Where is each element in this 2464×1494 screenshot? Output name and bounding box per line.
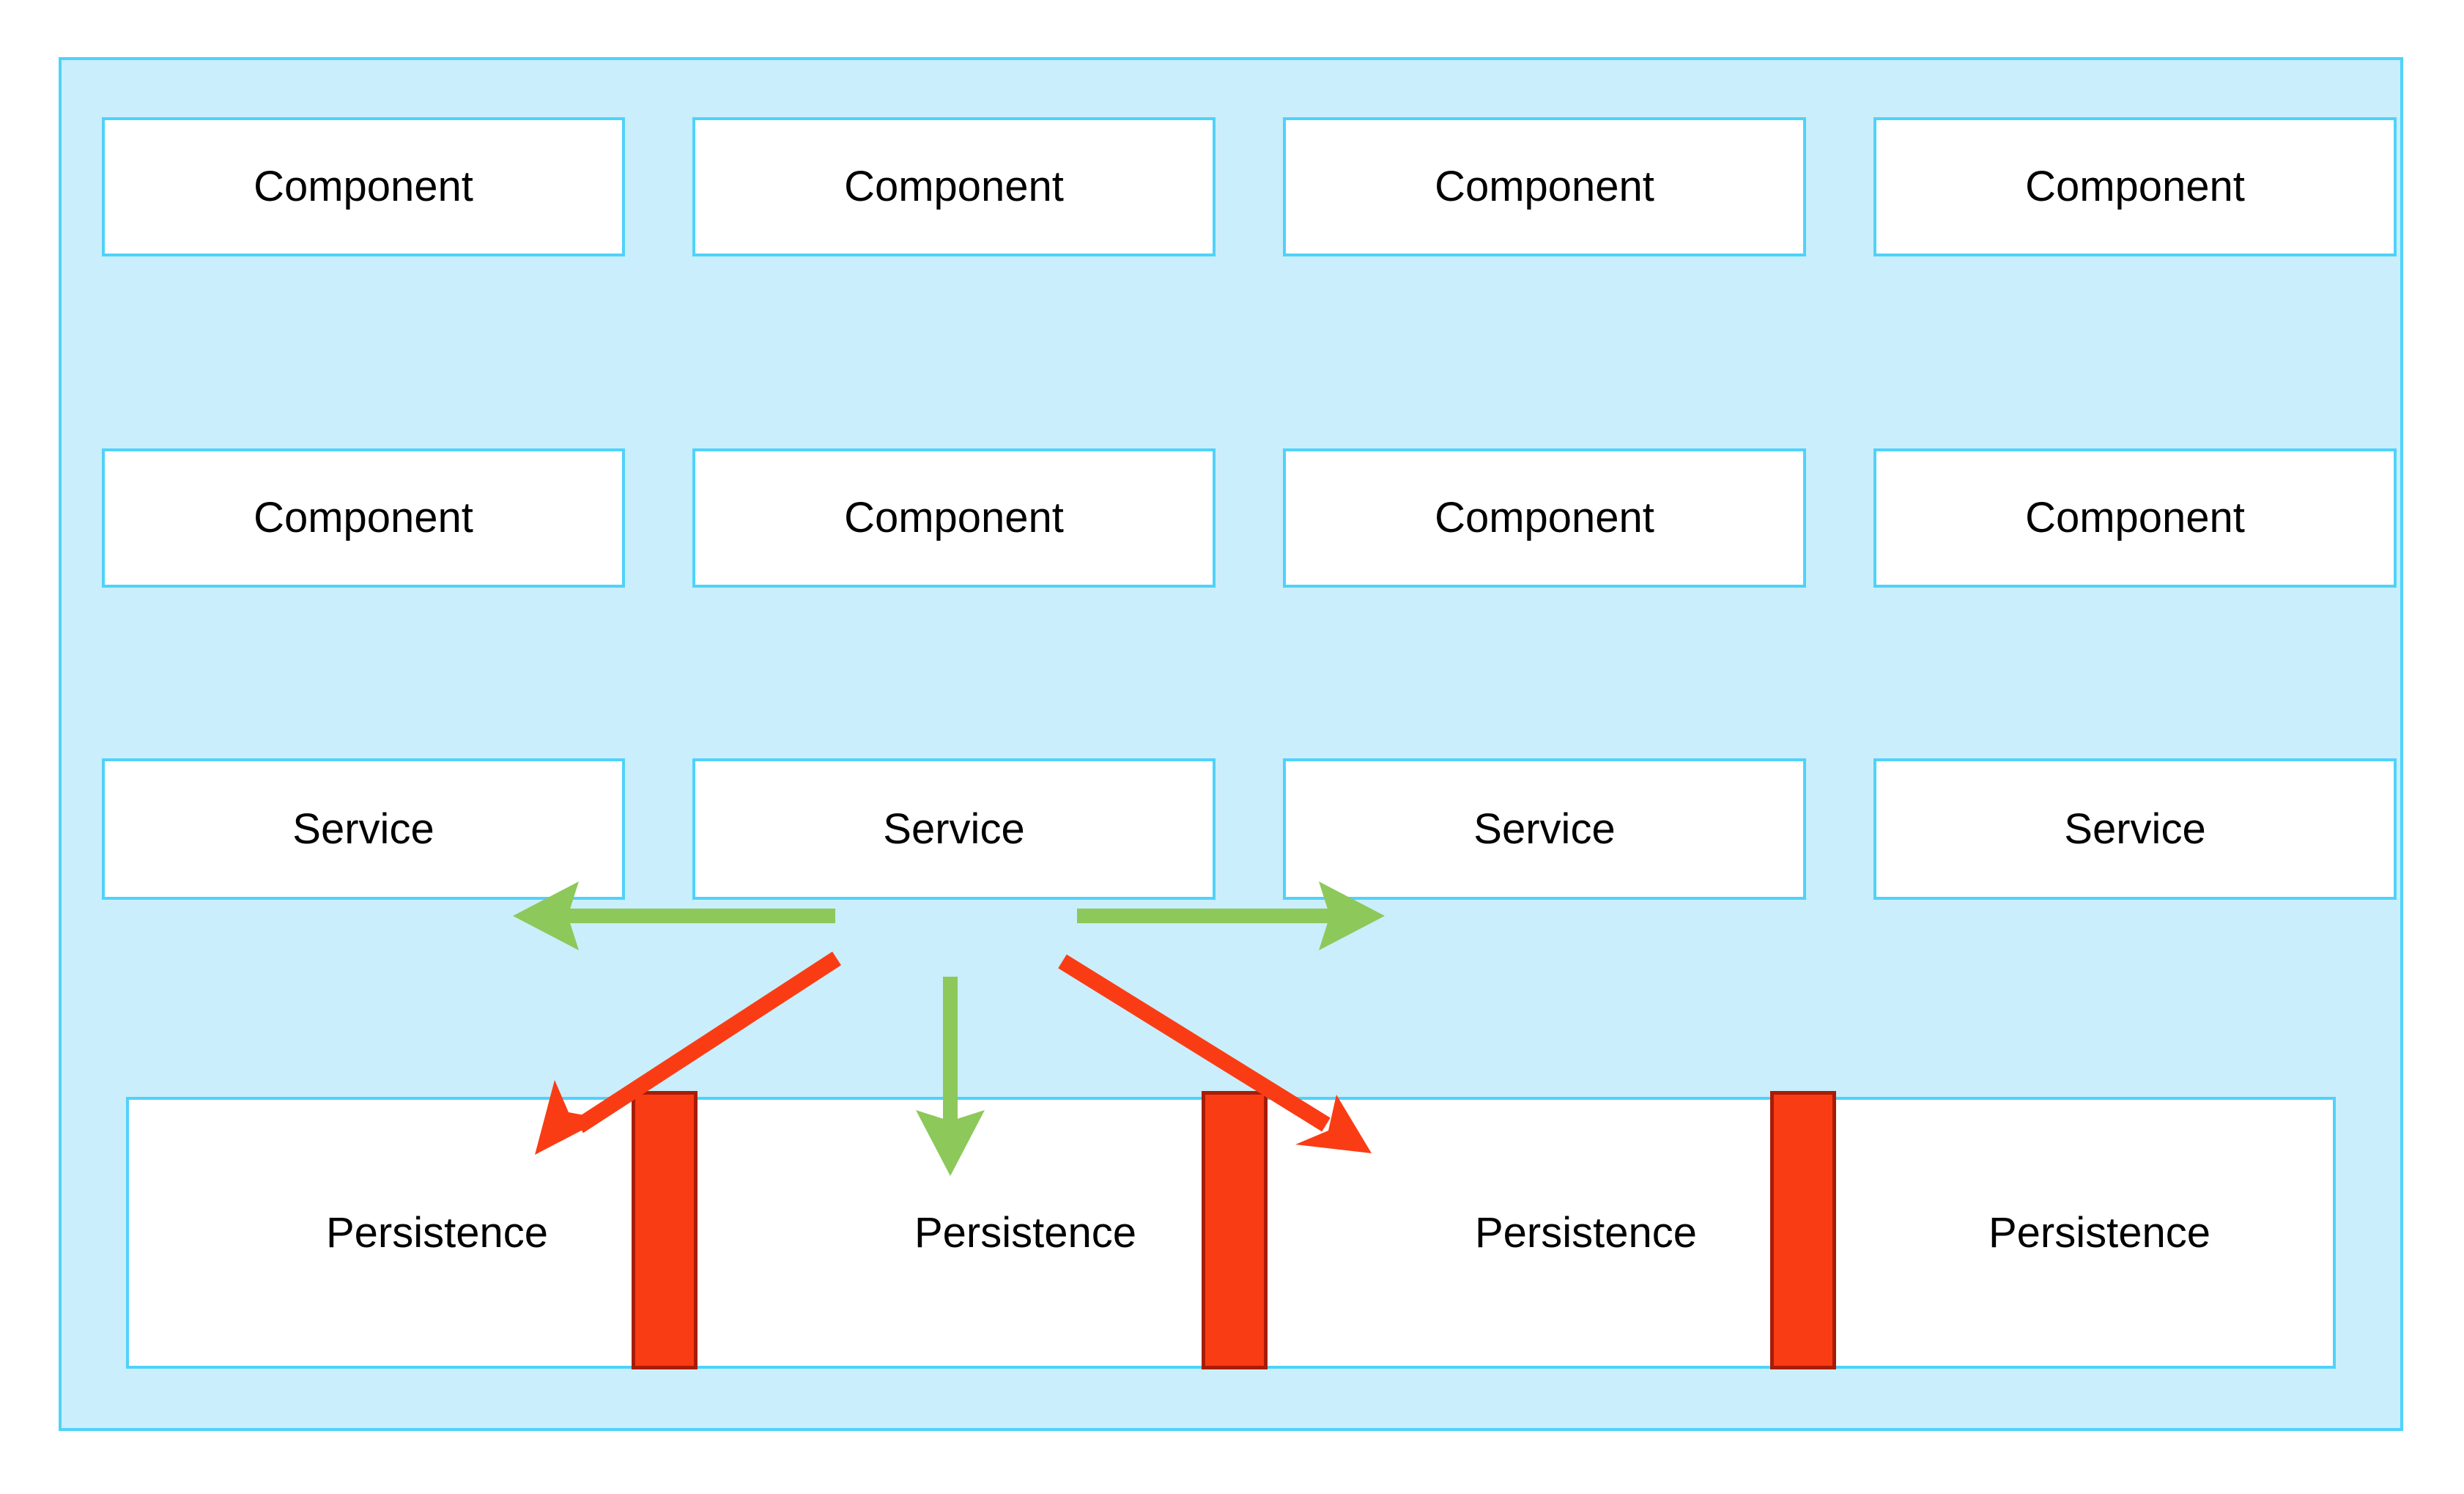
cell-persistence-r4c4[interactable]: Persistence xyxy=(1866,1097,2336,1369)
cell-label: Component xyxy=(2025,494,2245,541)
cell-label: Component xyxy=(844,494,1064,541)
cell-label: Component xyxy=(1435,494,1654,541)
cell-component-r2c2[interactable]: Component xyxy=(692,448,1216,588)
cell-label: Service xyxy=(2064,805,2206,853)
cell-label: Component xyxy=(2025,163,2245,210)
cell-label: Persistence xyxy=(1988,1208,2211,1257)
cell-component-r1c2[interactable]: Component xyxy=(692,117,1216,256)
cell-component-r2c1[interactable]: Component xyxy=(102,448,625,588)
cell-label: Service xyxy=(292,805,434,853)
cell-label: Service xyxy=(883,805,1025,853)
cell-service-r3c4[interactable]: Service xyxy=(1873,758,2397,900)
cell-label: Component xyxy=(254,163,473,210)
cell-component-r2c4[interactable]: Component xyxy=(1873,448,2397,588)
persistence-barrier-2 xyxy=(1202,1091,1268,1369)
cell-label: Persistence xyxy=(914,1208,1137,1257)
cell-component-r1c1[interactable]: Component xyxy=(102,117,625,256)
cell-label: Component xyxy=(1435,163,1654,210)
cell-service-r3c3[interactable]: Service xyxy=(1283,758,1806,900)
cell-label: Component xyxy=(844,163,1064,210)
cell-component-r2c3[interactable]: Component xyxy=(1283,448,1806,588)
cell-component-r1c4[interactable]: Component xyxy=(1873,117,2397,256)
cell-component-r1c3[interactable]: Component xyxy=(1283,117,1806,256)
cell-label: Persistence xyxy=(1474,1208,1698,1257)
persistence-barrier-1 xyxy=(632,1091,698,1369)
diagram-canvas: Component Component Component Component … xyxy=(0,0,2464,1494)
cell-label: Persistence xyxy=(325,1208,549,1257)
persistence-barrier-3 xyxy=(1770,1091,1836,1369)
cell-service-r3c2[interactable]: Service xyxy=(692,758,1216,900)
cell-label: Service xyxy=(1473,805,1616,853)
cell-service-r3c1[interactable]: Service xyxy=(102,758,625,900)
cell-label: Component xyxy=(254,494,473,541)
